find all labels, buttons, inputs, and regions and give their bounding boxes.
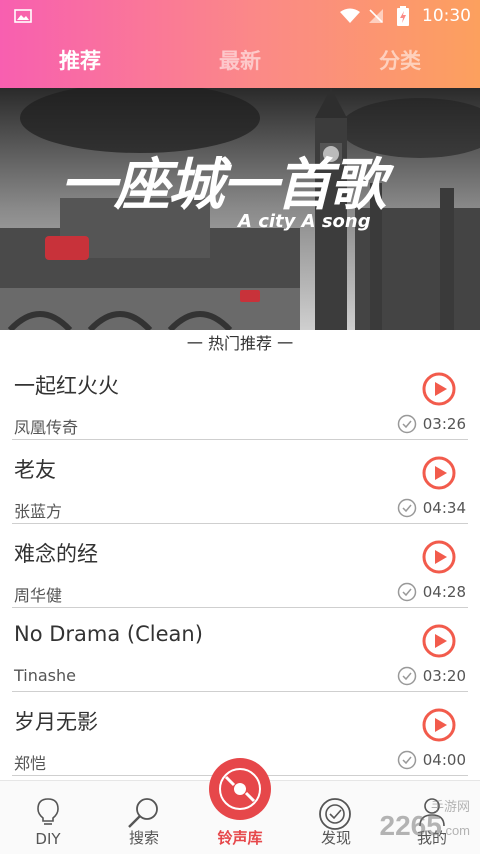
- song-title: 老友: [14, 458, 56, 482]
- song-artist: 周华健: [14, 586, 63, 605]
- banner-subtitle: A city A song: [238, 211, 371, 232]
- duration-text: 03:20: [422, 667, 466, 685]
- clock-icon: [397, 414, 417, 434]
- song-artist: 郑恺: [14, 754, 47, 773]
- list-item[interactable]: 难念的经 周华健 04:28: [0, 524, 480, 608]
- nav-label: 搜索: [128, 829, 159, 847]
- list-item[interactable]: 老友 张蓝方 04:34: [0, 440, 480, 524]
- nav-discover[interactable]: 发现: [288, 781, 384, 854]
- play-icon[interactable]: [422, 540, 456, 574]
- clock-icon: [397, 498, 417, 518]
- image-icon: [14, 9, 32, 23]
- banner-image[interactable]: 一座城一首歌 A city A song: [0, 88, 480, 330]
- play-icon[interactable]: [422, 624, 456, 658]
- duration-text: 04:00: [422, 751, 466, 769]
- song-duration: 04:00: [397, 750, 466, 770]
- song-title: No Drama (Clean): [14, 622, 203, 646]
- song-title: 岁月无影: [14, 710, 98, 734]
- disc-icon: [209, 758, 271, 820]
- tab-recommend[interactable]: 推荐: [0, 32, 160, 88]
- song-title: 一起红火火: [14, 374, 119, 398]
- play-icon[interactable]: [422, 708, 456, 742]
- song-artist: 凤凰传奇: [14, 418, 79, 437]
- tab-latest[interactable]: 最新: [160, 32, 320, 88]
- nav-diy[interactable]: DIY: [0, 781, 96, 854]
- nav-label: DIY: [35, 830, 61, 848]
- watermark-suffix: .com: [441, 823, 470, 838]
- section-title: 一 热门推荐 一: [186, 334, 294, 353]
- no-signal-icon: [369, 9, 383, 23]
- banner-title: 一座城一首歌: [60, 153, 386, 218]
- search-icon: [128, 798, 158, 828]
- list-item[interactable]: No Drama (Clean) Tinashe 03:20: [0, 608, 480, 692]
- play-icon[interactable]: [422, 456, 456, 490]
- status-bar: 10:30: [0, 0, 480, 32]
- duration-text: 04:28: [422, 583, 466, 601]
- clock-icon: [397, 666, 417, 686]
- top-tab-bar: 推荐 最新 分类: [0, 32, 480, 88]
- song-duration: 03:26: [397, 414, 466, 434]
- wifi-icon: [340, 8, 360, 23]
- lightbulb-icon: [37, 798, 59, 825]
- song-artist: Tinashe: [14, 666, 76, 685]
- song-artist: 张蓝方: [14, 502, 63, 521]
- tab-category[interactable]: 分类: [320, 32, 480, 88]
- nav-search[interactable]: 搜索: [96, 781, 192, 854]
- song-duration: 04:28: [397, 582, 466, 602]
- play-icon[interactable]: [422, 372, 456, 406]
- song-duration: 04:34: [397, 498, 466, 518]
- clock-icon: [397, 750, 417, 770]
- nav-ringtone-library[interactable]: 铃声库: [192, 758, 288, 854]
- watermark: 2265.com 手游网: [380, 799, 470, 842]
- song-title: 难念的经: [14, 542, 98, 566]
- nav-label: 发现: [320, 829, 351, 847]
- watermark-sub: 手游网: [430, 799, 470, 814]
- song-duration: 03:20: [397, 666, 466, 686]
- list-item[interactable]: 一起红火火 凤凰传奇 03:26: [0, 356, 480, 440]
- status-time: 10:30: [422, 6, 471, 26]
- bottom-nav: DIY 搜索 铃声库 发现 我的 2265.com 手游网: [0, 758, 480, 854]
- compass-icon: [319, 798, 351, 830]
- battery-charging-icon: [397, 6, 409, 26]
- nav-label: 铃声库: [217, 829, 263, 847]
- duration-text: 03:26: [422, 415, 466, 433]
- clock-icon: [397, 582, 417, 602]
- duration-text: 04:34: [422, 499, 466, 517]
